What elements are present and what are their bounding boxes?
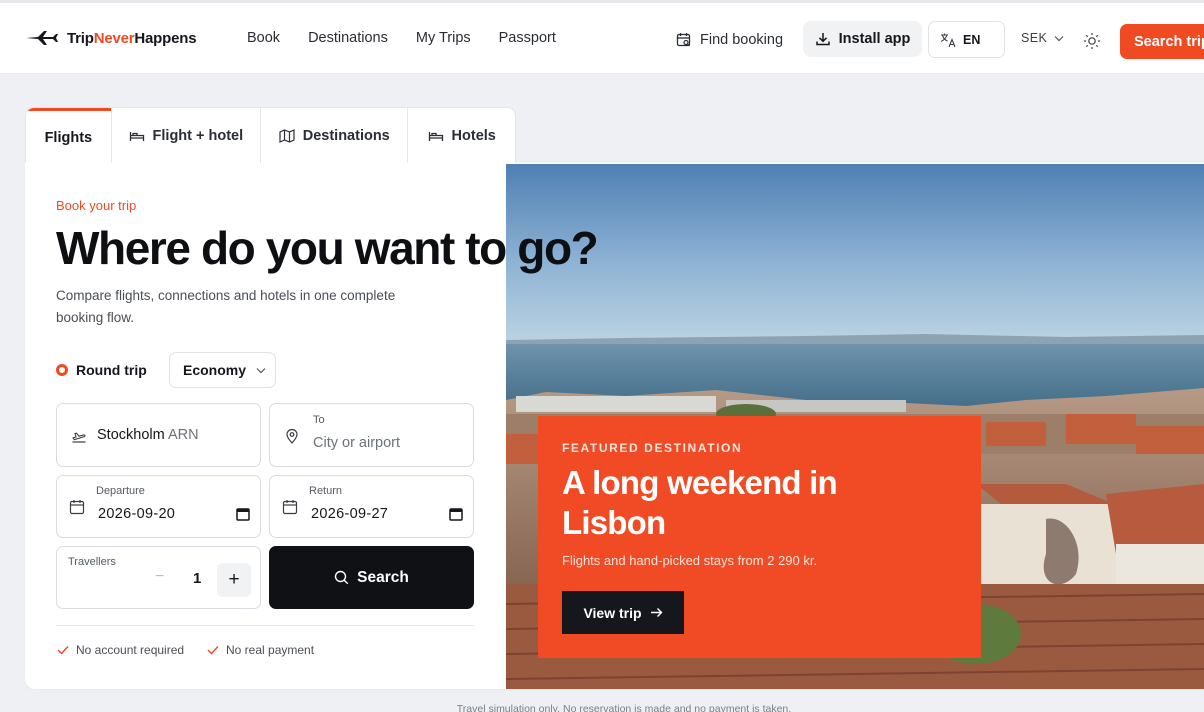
calendar-search-icon xyxy=(676,33,691,47)
language-label: EN xyxy=(963,32,981,47)
departure-field[interactable]: Departure 2026-09-20 xyxy=(56,475,261,538)
install-app-label: Install app xyxy=(838,31,911,47)
assurance-item: No account required xyxy=(57,643,184,657)
footer-disclaimer: Travel simulation only. No reservation i… xyxy=(456,703,792,712)
date-picker-icon[interactable] xyxy=(236,507,250,521)
tab-destinations[interactable]: Destinations xyxy=(261,108,409,164)
to-field[interactable]: To City or airport xyxy=(269,403,474,467)
tab-flights-label: Flights xyxy=(44,129,93,146)
sun-icon[interactable] xyxy=(1083,32,1101,50)
currency-label: SEK xyxy=(1021,31,1048,45)
return-label: Return xyxy=(309,485,343,497)
departure-label: Departure xyxy=(96,485,145,497)
trip-type-label: Round trip xyxy=(76,362,147,378)
divider xyxy=(56,625,474,626)
brand-name: TripNeverHappens xyxy=(67,29,197,47)
date-picker-icon[interactable] xyxy=(449,507,463,521)
assurance-label: No account required xyxy=(76,643,185,657)
translate-icon xyxy=(940,33,956,47)
travellers-label: Travellers xyxy=(68,556,116,568)
language-button[interactable]: EN xyxy=(928,21,1005,58)
featured-subtitle: Flights and hand-picked stays from 2 290… xyxy=(562,553,818,568)
round-trip-radio[interactable]: Round trip xyxy=(56,362,147,378)
map-icon xyxy=(279,129,295,143)
search-button[interactable]: Search xyxy=(269,546,474,609)
install-app-button[interactable]: Install app xyxy=(803,21,922,57)
plane-logo-icon xyxy=(26,31,58,45)
travellers-count: 1 xyxy=(193,570,202,587)
tab-flights[interactable]: Flights xyxy=(26,108,112,164)
site-header: TripNeverHappens Book Destinations My Tr… xyxy=(0,3,1204,74)
location-pin-icon xyxy=(286,428,298,444)
chevron-down-icon xyxy=(1054,35,1064,41)
check-icon xyxy=(57,646,69,655)
cabin-class-value: Economy xyxy=(183,362,247,378)
tab-destinations-label: Destinations xyxy=(302,128,390,144)
plane-takeoff-icon xyxy=(72,432,86,443)
search-trips-button[interactable]: Search trips xyxy=(1120,24,1204,59)
featured-eyebrow: FEATURED DESTINATION xyxy=(562,441,743,455)
return-field[interactable]: Return 2026-09-27 xyxy=(269,475,474,538)
nav-book[interactable]: Book xyxy=(247,30,280,46)
nav-passport[interactable]: Passport xyxy=(499,30,556,46)
featured-title: A long weekend in Lisbon xyxy=(562,464,838,541)
find-booking-label: Find booking xyxy=(700,32,784,48)
view-trip-button[interactable]: View trip xyxy=(562,591,684,634)
tab-hotels[interactable]: Hotels xyxy=(408,108,515,164)
view-trip-label: View trip xyxy=(583,604,642,621)
departure-value: 2026-09-20 xyxy=(98,506,176,522)
main-nav: Book Destinations My Trips Passport xyxy=(247,30,584,46)
brand-logo[interactable]: TripNeverHappens xyxy=(25,26,197,50)
download-icon xyxy=(815,33,830,46)
from-value: Stockholm ARN xyxy=(97,427,199,443)
tab-flight-hotel-label: Flight + hotel xyxy=(152,128,244,144)
search-button-label: Search xyxy=(357,568,409,586)
radio-selected-icon xyxy=(56,364,68,376)
nav-destinations[interactable]: Destinations xyxy=(308,30,388,46)
search-icon xyxy=(334,570,349,585)
from-field[interactable]: Stockholm ARN xyxy=(56,403,261,467)
from-code: ARN xyxy=(167,427,199,443)
nav-my-trips[interactable]: My Trips xyxy=(416,30,471,46)
tab-flight-hotel[interactable]: Flight + hotel xyxy=(112,108,262,164)
cabin-class-select[interactable]: Economy xyxy=(169,352,276,388)
assurance-label: No real payment xyxy=(226,643,315,657)
check-icon xyxy=(207,646,219,655)
bed-icon xyxy=(129,132,144,141)
find-booking-link[interactable]: Find booking xyxy=(676,27,783,53)
assurance-item: No real payment xyxy=(207,643,314,657)
eyebrow-label: Book your trip xyxy=(56,198,137,213)
currency-select[interactable]: SEK xyxy=(1021,31,1064,45)
calendar-icon xyxy=(69,500,85,515)
calendar-icon xyxy=(282,500,298,515)
arrow-right-icon xyxy=(650,608,663,617)
page-subtitle: Compare flights, connections and hotels … xyxy=(56,288,396,325)
featured-destination-card: FEATURED DESTINATION A long weekend in L… xyxy=(538,416,981,658)
decrement-button[interactable]: − xyxy=(155,568,164,586)
from-city: Stockholm xyxy=(97,427,165,443)
chevron-down-icon xyxy=(256,367,266,373)
product-tabs: Flights Flight + hotel Destinations Hote… xyxy=(25,107,516,164)
increment-button[interactable]: + xyxy=(217,563,251,597)
bed-icon xyxy=(428,132,443,141)
to-placeholder: City or airport xyxy=(313,435,401,451)
travellers-field: Travellers − 1 + xyxy=(56,546,261,609)
return-value: 2026-09-27 xyxy=(311,506,389,522)
tab-hotels-label: Hotels xyxy=(451,128,496,144)
to-label: To xyxy=(313,414,325,426)
page-title: Where do you want to go? xyxy=(56,222,599,274)
